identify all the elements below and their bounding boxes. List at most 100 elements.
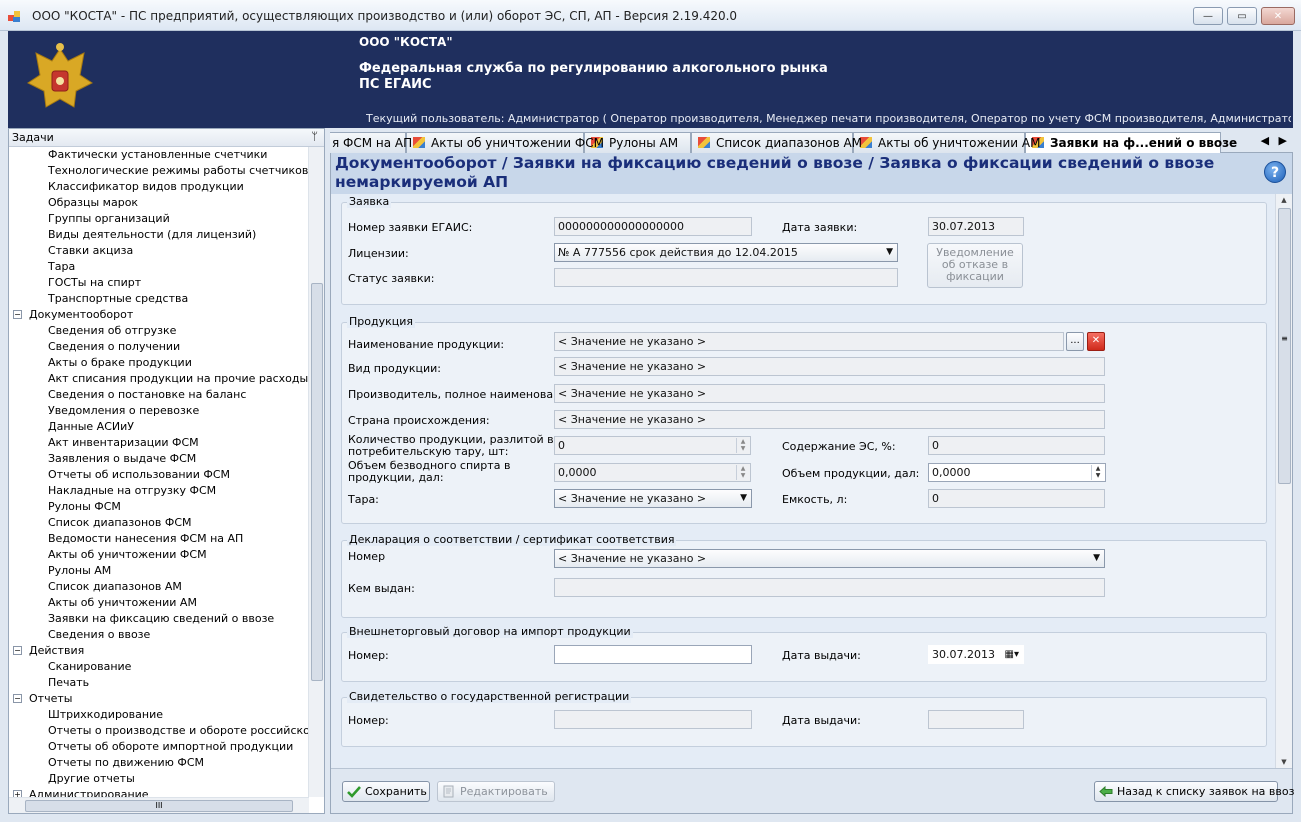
tree-item[interactable]: Накладные на отгрузку ФСМ — [9, 483, 216, 499]
collapse-icon[interactable]: − — [13, 694, 22, 703]
status-field[interactable] — [554, 268, 898, 287]
tree-item[interactable]: Заявки на фиксацию сведений о ввозе — [9, 611, 274, 627]
tree-item[interactable]: Рулоны ФСМ — [9, 499, 121, 515]
tree-item[interactable]: Акты об уничтожении ФСМ — [9, 547, 207, 563]
tree-item[interactable]: Ведомости нанесения ФСМ на АП — [9, 531, 243, 547]
tree-item[interactable]: Классификатор видов продукции — [9, 179, 244, 195]
tree-item[interactable]: Акты о браке продукции — [9, 355, 192, 371]
tree-item[interactable]: Печать — [9, 675, 89, 691]
tree-item[interactable]: Виды деятельности (для лицензий) — [9, 227, 256, 243]
declaration-number-select[interactable]: < Значение не указано > ▼ — [554, 549, 1105, 568]
registration-date-field[interactable] — [928, 710, 1024, 729]
tree-group[interactable]: − Действия — [9, 643, 84, 659]
back-to-list-button[interactable]: Назад к списку заявок на ввоз — [1094, 781, 1294, 802]
notify-refusal-button[interactable]: Уведомление об отказе в фиксации — [927, 243, 1023, 288]
scroll-thumb[interactable]: ≡ — [1278, 208, 1291, 484]
tree-item[interactable]: Список диапазонов АМ — [9, 579, 182, 595]
pin-icon[interactable]: ᛘ — [311, 130, 318, 143]
registration-number-field[interactable] — [554, 710, 752, 729]
chevron-down-icon: ▼ — [886, 247, 893, 257]
expand-icon[interactable]: + — [13, 790, 22, 797]
tara-select[interactable]: < Значение не указано > ▼ — [554, 489, 752, 508]
spin-icon[interactable]: ▲ ▼ — [736, 465, 749, 480]
tree-item[interactable]: Другие отчеты — [9, 771, 135, 787]
tree-item[interactable]: Заявления о выдаче ФСМ — [9, 451, 196, 467]
contract-number-input[interactable] — [554, 645, 752, 664]
tab-1[interactable]: я ФСМ на АП — [330, 132, 412, 153]
tree-item[interactable]: Фактически установленные счетчики — [9, 147, 267, 163]
tree-item[interactable]: Сведения о постановке на баланс — [9, 387, 246, 403]
tree-item[interactable]: Рулоны АМ — [9, 563, 111, 579]
tab-4[interactable]: Список диапазонов АМ — [691, 132, 862, 153]
tree-item[interactable]: Акт инвентаризации ФСМ — [9, 435, 199, 451]
spirit-volume-field[interactable]: 0,0000 ▲ ▼ — [554, 463, 751, 482]
date-field[interactable]: 30.07.2013 — [928, 217, 1024, 236]
tree-item[interactable]: Сведения об отгрузке — [9, 323, 176, 339]
tree-item[interactable]: Список диапазонов ФСМ — [9, 515, 192, 531]
tree-item[interactable]: Технологические режимы работы счетчиков — [9, 163, 308, 179]
tree-group[interactable]: − Документооборот — [9, 307, 133, 323]
help-icon[interactable]: ? — [1264, 161, 1286, 183]
tree-item[interactable]: Данные АСИиУ — [9, 419, 134, 435]
tree-item[interactable]: Группы организаций — [9, 211, 170, 227]
clear-icon[interactable]: ✕ — [1087, 332, 1105, 351]
tree-item[interactable]: Транспортные средства — [9, 291, 188, 307]
tree-item[interactable]: Сведения о получении — [9, 339, 180, 355]
tree-item[interactable]: Отчеты по движению ФСМ — [9, 755, 204, 771]
maximize-button[interactable]: ▭ — [1227, 7, 1257, 25]
scroll-thumb[interactable] — [311, 283, 323, 681]
browse-button[interactable]: ... — [1066, 332, 1084, 351]
tasks-vertical-scrollbar[interactable] — [308, 147, 324, 797]
country-field[interactable]: < Значение не указано > — [554, 410, 1105, 429]
edit-button[interactable]: Редактировать — [437, 781, 555, 802]
tab-label: Рулоны АМ — [609, 136, 679, 150]
calendar-icon[interactable]: ▦▾ — [1005, 646, 1019, 663]
tab-5[interactable]: Акты об уничтожении АМ — [853, 132, 1040, 153]
scroll-down-icon[interactable]: ▼ — [1276, 756, 1292, 768]
tab-2[interactable]: Акты об уничтожении ФСМ — [406, 132, 604, 153]
tree-item[interactable]: Отчеты об использовании ФСМ — [9, 467, 230, 483]
product-name-field[interactable]: < Значение не указано > — [554, 332, 1064, 351]
tree-item[interactable]: Штрихкодирование — [9, 707, 163, 723]
tasks-horizontal-scrollbar[interactable]: III — [9, 797, 309, 813]
close-button[interactable]: ✕ — [1261, 7, 1295, 25]
tree-item[interactable]: Уведомления о перевозке — [9, 403, 199, 419]
producer-field[interactable]: < Значение не указано > — [554, 384, 1105, 403]
issued-by-field[interactable] — [554, 578, 1105, 597]
spin-icon[interactable]: ▲ ▼ — [736, 438, 749, 453]
quantity-field[interactable]: 0 ▲ ▼ — [554, 436, 751, 455]
form-vertical-scrollbar[interactable]: ▲ ≡ ▼ — [1275, 194, 1292, 768]
product-type-field[interactable]: < Значение не указано > — [554, 357, 1105, 376]
tree-item[interactable]: ГОСТы на спирт — [9, 275, 141, 291]
tab-next-icon[interactable]: ▶ — [1279, 134, 1287, 147]
save-button[interactable]: Сохранить — [342, 781, 430, 802]
tree-item[interactable]: Образцы марок — [9, 195, 138, 211]
collapse-icon[interactable]: − — [13, 310, 22, 319]
tree-item[interactable]: Ставки акциза — [9, 243, 133, 259]
tree-item[interactable]: Отчеты о производстве и обороте российск… — [9, 723, 309, 739]
tab-6[interactable]: Заявки на ф...ений о ввозе — [1025, 132, 1237, 154]
tree-group[interactable]: − Отчеты — [9, 691, 72, 707]
minimize-button[interactable]: — — [1193, 7, 1223, 25]
contract-date-value: 30.07.2013 — [932, 648, 995, 661]
breadcrumb: Документооборот / Заявки на фиксацию све… — [331, 153, 1292, 194]
tree-item[interactable]: Сканирование — [9, 659, 131, 675]
tree-item[interactable]: Тара — [9, 259, 75, 275]
scroll-up-icon[interactable]: ▲ — [1276, 194, 1292, 206]
capacity-field[interactable]: 0 — [928, 489, 1105, 508]
scroll-thumb[interactable]: III — [25, 800, 293, 812]
egais-number-field[interactable]: 000000000000000000 — [554, 217, 752, 236]
tree-item[interactable]: Акты об уничтожении АМ — [9, 595, 197, 611]
es-content-field[interactable]: 0 — [928, 436, 1105, 455]
tab-prev-icon[interactable]: ◀ — [1261, 134, 1269, 147]
contract-date-picker[interactable]: 30.07.2013 ▦▾ — [928, 645, 1024, 664]
tree-group[interactable]: + Администрирование — [9, 787, 149, 797]
tree-item[interactable]: Отчеты об обороте импортной продукции — [9, 739, 293, 755]
spin-icon[interactable]: ▲ ▼ — [1091, 465, 1104, 480]
tree-item[interactable]: Акт списания продукции на прочие расходы — [9, 371, 308, 387]
tree-item[interactable]: Сведения о ввозе — [9, 627, 150, 643]
collapse-icon[interactable]: − — [13, 646, 22, 655]
product-volume-field[interactable]: 0,0000 ▲ ▼ — [928, 463, 1106, 482]
license-select[interactable]: № А 777556 срок действия до 12.04.2015 ▼ — [554, 243, 898, 262]
tree-item-label: Рулоны ФСМ — [48, 500, 121, 513]
